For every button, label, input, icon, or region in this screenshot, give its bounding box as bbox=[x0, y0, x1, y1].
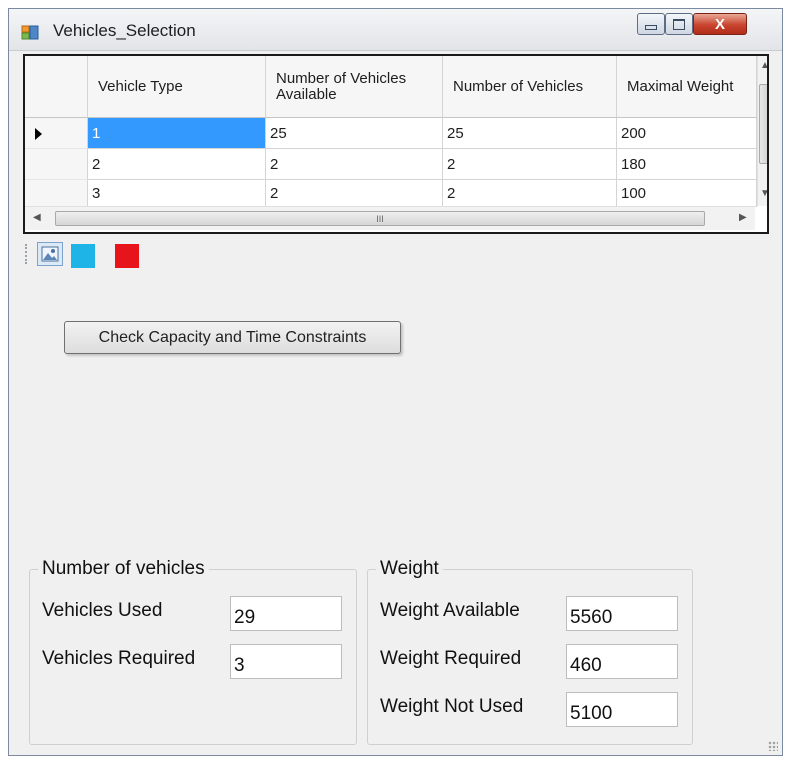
vehicles-used-field[interactable] bbox=[230, 596, 342, 631]
column-header-maximal-weight[interactable]: Maximal Weight bbox=[617, 56, 757, 118]
scroll-left-icon[interactable]: ◀ bbox=[33, 212, 41, 223]
cyan-color-button[interactable] bbox=[71, 244, 95, 268]
grid-cell[interactable]: 2 bbox=[266, 180, 443, 207]
grid-cell[interactable]: 2 bbox=[266, 149, 443, 180]
number-of-vehicles-group: Number of vehicles Vehicles Used Vehicle… bbox=[29, 558, 357, 745]
grid-cell[interactable]: 2 bbox=[88, 149, 266, 180]
grid-cell[interactable]: 180 bbox=[617, 149, 757, 180]
row-header[interactable] bbox=[25, 149, 88, 180]
picture-icon bbox=[41, 246, 59, 262]
current-row-arrow-icon bbox=[35, 128, 42, 140]
grid-cell[interactable]: 25 bbox=[443, 118, 617, 149]
column-header-number-of-vehicles[interactable]: Number of Vehicles bbox=[443, 56, 617, 118]
grid-cell[interactable]: 200 bbox=[617, 118, 757, 149]
scroll-right-icon[interactable]: ▶ bbox=[739, 212, 747, 223]
horizontal-scroll-thumb[interactable]: III bbox=[55, 211, 705, 226]
red-color-button[interactable] bbox=[115, 244, 139, 268]
weight-required-label: Weight Required bbox=[380, 648, 522, 669]
group-title-weight: Weight bbox=[376, 558, 443, 580]
grid-cell[interactable]: 2 bbox=[443, 149, 617, 180]
minimize-button[interactable] bbox=[637, 13, 665, 35]
column-header-number-available[interactable]: Number of Vehicles Available bbox=[266, 56, 443, 118]
minimize-icon bbox=[645, 24, 657, 30]
row-header[interactable] bbox=[25, 118, 88, 149]
row-header[interactable] bbox=[25, 180, 88, 207]
vertical-scroll-thumb[interactable] bbox=[759, 84, 767, 164]
scroll-down-icon[interactable]: ▼ bbox=[760, 188, 767, 199]
weight-required-field[interactable] bbox=[566, 644, 678, 679]
vehicles-selection-window: Vehicles_Selection X Vehicle Type Number… bbox=[8, 8, 783, 756]
grid-cell[interactable]: 3 bbox=[88, 180, 266, 207]
grid-cell[interactable]: 100 bbox=[617, 180, 757, 207]
check-constraints-button[interactable]: Check Capacity and Time Constraints bbox=[64, 321, 401, 354]
toolbar bbox=[23, 240, 223, 270]
vehicles-required-label: Vehicles Required bbox=[42, 648, 196, 669]
maximize-button[interactable] bbox=[665, 13, 693, 35]
grid-cell[interactable]: 2 bbox=[443, 180, 617, 207]
weight-available-field[interactable] bbox=[566, 596, 678, 631]
maximize-icon bbox=[673, 18, 685, 30]
app-form-icon bbox=[21, 23, 39, 41]
window-title: Vehicles_Selection bbox=[53, 21, 196, 40]
close-button[interactable]: X bbox=[693, 13, 747, 35]
toolbar-grip[interactable] bbox=[25, 244, 29, 264]
horizontal-scrollbar[interactable]: ◀ III ▶ bbox=[25, 206, 755, 230]
weight-not-used-label: Weight Not Used bbox=[380, 696, 524, 717]
scroll-grip-icon: III bbox=[376, 213, 384, 224]
close-icon: X bbox=[714, 15, 725, 33]
picture-button[interactable] bbox=[37, 242, 63, 266]
group-title-number-of-vehicles: Number of vehicles bbox=[38, 558, 209, 580]
scroll-up-icon[interactable]: ▲ bbox=[760, 60, 767, 71]
vehicles-required-field[interactable] bbox=[230, 644, 342, 679]
vehicles-used-label: Vehicles Used bbox=[42, 600, 163, 621]
grid-corner-header bbox=[25, 56, 88, 118]
grid-cell[interactable]: 1 bbox=[88, 118, 266, 149]
grid-cell[interactable]: 25 bbox=[266, 118, 443, 149]
weight-group: Weight Weight Available Weight Required … bbox=[367, 558, 693, 745]
vertical-scrollbar[interactable]: ▲ ▼ bbox=[757, 56, 767, 206]
weight-available-label: Weight Available bbox=[380, 600, 520, 621]
weight-not-used-field[interactable] bbox=[566, 692, 678, 727]
vehicles-data-grid[interactable]: Vehicle Type Number of Vehicles Availabl… bbox=[23, 54, 769, 234]
resize-grip-icon[interactable] bbox=[768, 741, 778, 751]
title-bar[interactable]: Vehicles_Selection X bbox=[9, 9, 782, 51]
column-header-vehicle-type[interactable]: Vehicle Type bbox=[88, 56, 266, 118]
